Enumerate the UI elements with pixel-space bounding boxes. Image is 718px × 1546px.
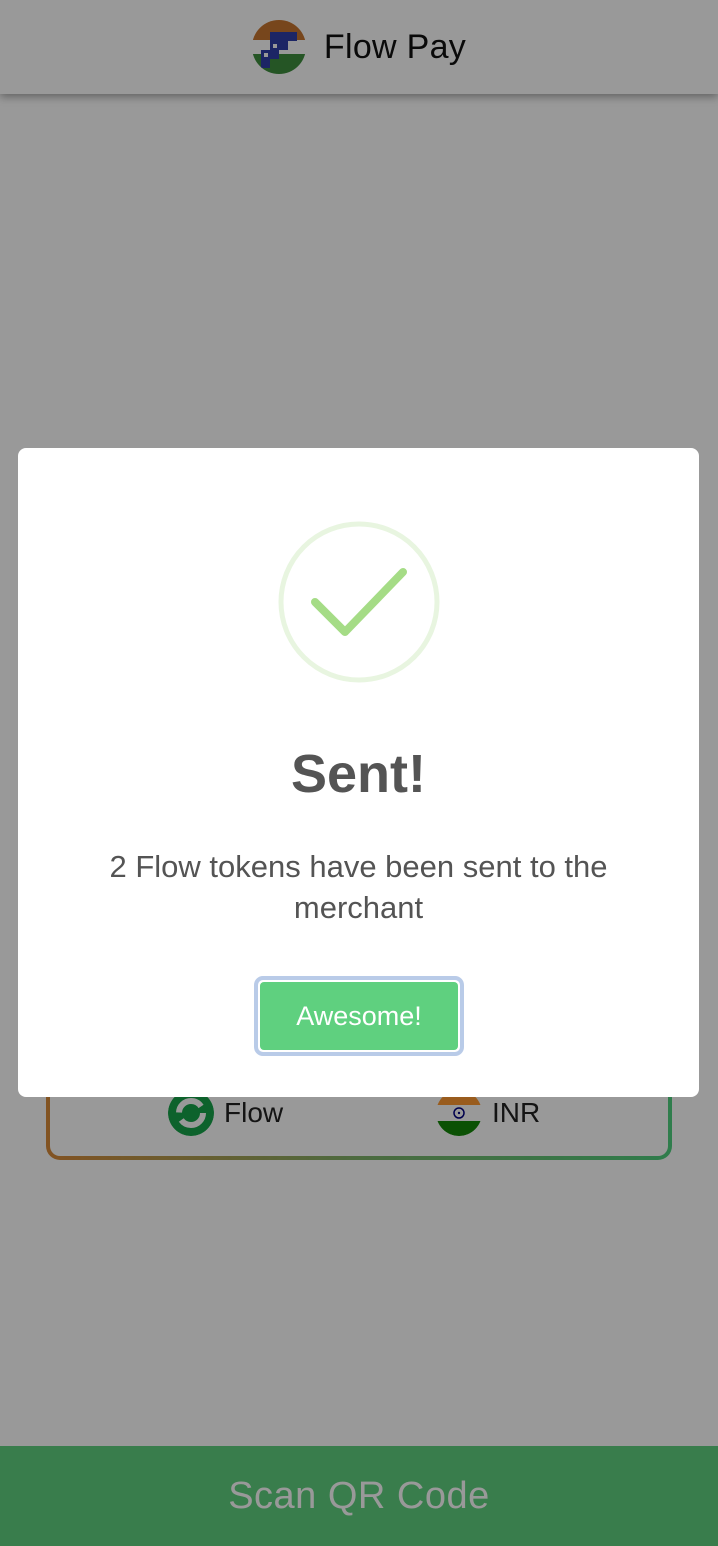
success-dialog: Sent! 2 Flow tokens have been sent to th… bbox=[18, 448, 699, 1097]
success-check-icon bbox=[278, 521, 440, 683]
dialog-message: 2 Flow tokens have been sent to the merc… bbox=[109, 849, 608, 925]
awesome-confirm-button[interactable]: Awesome! bbox=[254, 976, 464, 1056]
confirm-button-label: Awesome! bbox=[260, 982, 458, 1050]
dialog-title: Sent! bbox=[291, 744, 426, 804]
